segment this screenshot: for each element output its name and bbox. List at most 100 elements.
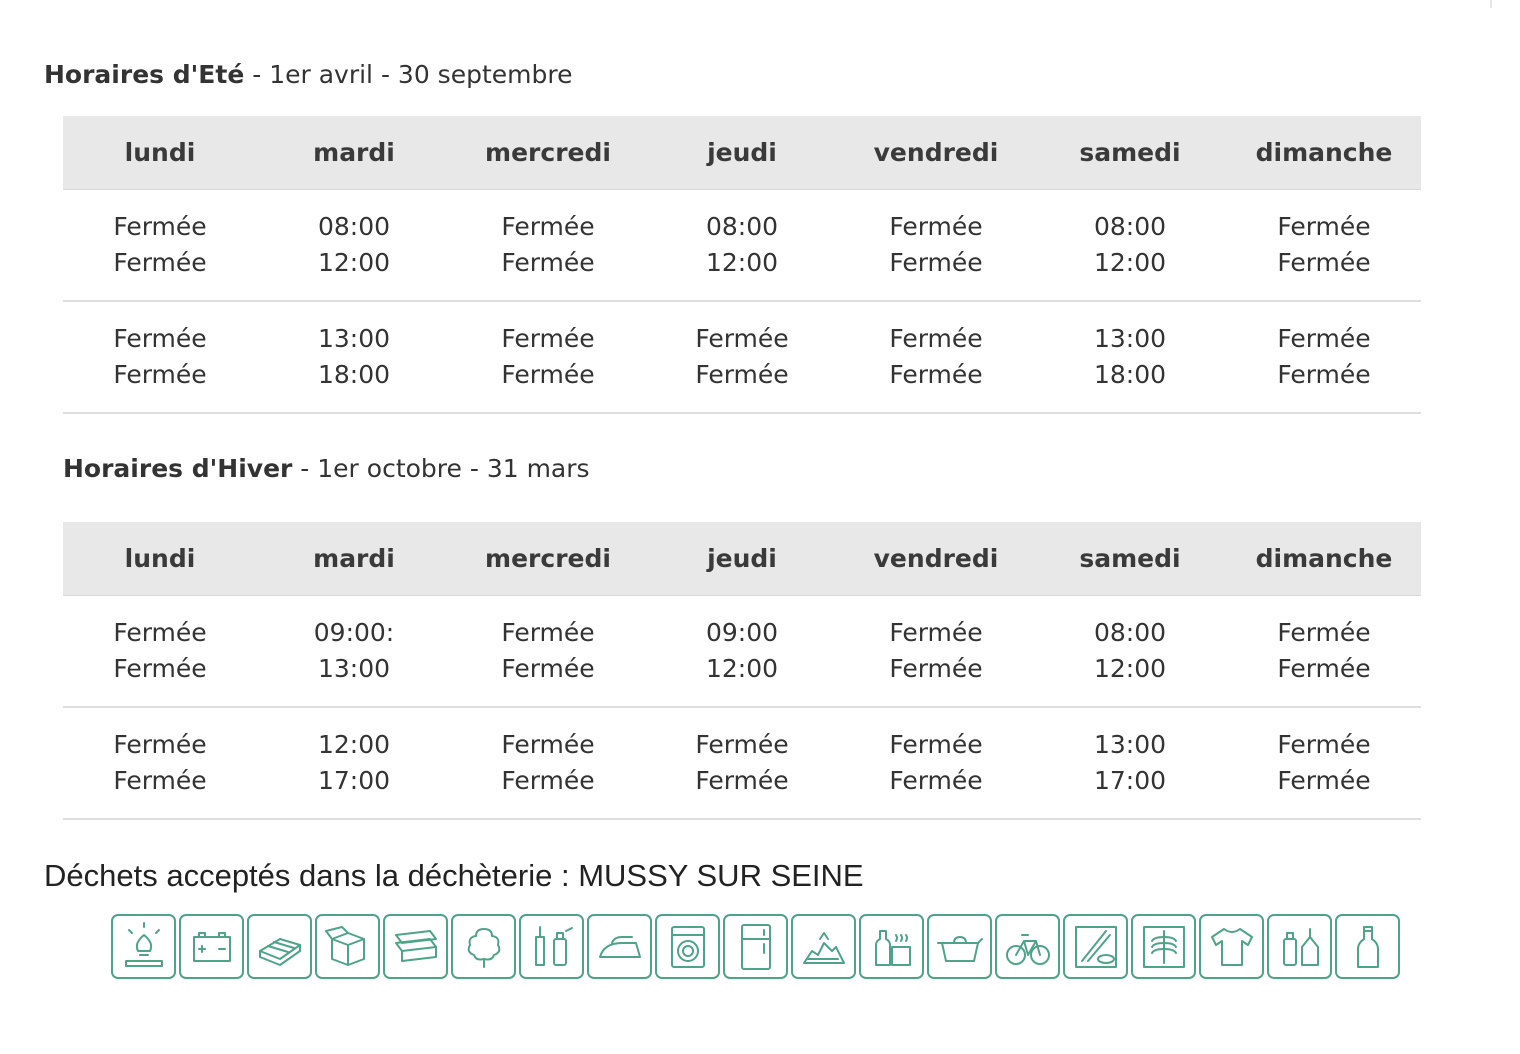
closing-time: Fermée bbox=[889, 654, 983, 683]
opening-time: 12:00 bbox=[317, 730, 391, 759]
hours-cell-lundi: Fermée Fermée bbox=[63, 189, 257, 302]
scrollbar-edge-mark bbox=[1490, 0, 1492, 8]
x-ray-icon bbox=[1131, 914, 1196, 979]
opening-time: Fermée bbox=[501, 324, 595, 353]
winter-hours-table: lundi mardi mercredi jeudi vendredi samedi dim… bbox=[63, 522, 1421, 820]
closing-time: 12:00 bbox=[705, 248, 779, 277]
closing-time: 18:00 bbox=[317, 360, 391, 389]
hours-cell-jeudi: Fermée Fermée bbox=[645, 301, 839, 414]
accepted-waste-icons bbox=[111, 914, 1400, 979]
wood-planks-icon bbox=[383, 914, 448, 979]
opening-time: Fermée bbox=[1277, 730, 1371, 759]
hours-cell-dimanche: Fermée Fermée bbox=[1227, 301, 1421, 414]
summer-schedule-heading: Horaires d'Eté - 1er avril - 30 septembr… bbox=[44, 60, 572, 89]
opening-time: 09:00: bbox=[313, 618, 395, 647]
opening-time: Fermée bbox=[889, 324, 983, 353]
closing-time: 13:00 bbox=[317, 654, 391, 683]
winter-title: Horaires d'Hiver bbox=[63, 454, 293, 483]
hours-cell-mercredi: Fermée Fermée bbox=[451, 189, 645, 302]
opening-time: Fermée bbox=[113, 618, 207, 647]
day-header-jeudi: jeudi bbox=[645, 116, 839, 190]
closing-time: Fermée bbox=[113, 654, 207, 683]
hours-cell-lundi: Fermée Fermée bbox=[63, 595, 257, 708]
winter-period: - 1er octobre - 31 mars bbox=[292, 454, 590, 483]
clothes-shirt-icon bbox=[1199, 914, 1264, 979]
day-header-dimanche: dimanche bbox=[1227, 522, 1421, 596]
closing-time: 18:00 bbox=[1093, 360, 1167, 389]
closing-time: Fermée bbox=[695, 766, 789, 795]
hours-cell-mercredi: Fermée Fermée bbox=[451, 301, 645, 414]
hours-cell-dimanche: Fermée Fermée bbox=[1227, 189, 1421, 302]
table-row: Fermée Fermée 13:00 18:00 Fermée Fermée Fermée… bbox=[63, 301, 1421, 414]
closing-time: Fermée bbox=[889, 248, 983, 277]
day-header-samedi: samedi bbox=[1033, 116, 1227, 190]
hours-cell-jeudi: Fermée Fermée bbox=[645, 707, 839, 820]
summer-title: Horaires d'Eté bbox=[44, 60, 245, 89]
opening-time: Fermée bbox=[113, 212, 207, 241]
accepted-waste-title: Déchets acceptés dans la déchèterie : MU… bbox=[44, 858, 864, 893]
opening-time: Fermée bbox=[695, 730, 789, 759]
glass-bottle-icon bbox=[1335, 914, 1400, 979]
table-row: Fermée Fermée 09:00: 13:00 Fermée Fermée 09:00… bbox=[63, 595, 1421, 708]
iron-appliance-icon bbox=[587, 914, 652, 979]
washing-machine-icon bbox=[655, 914, 720, 979]
hours-cell-vendredi: Fermée Fermée bbox=[839, 595, 1033, 708]
hours-cell-dimanche: Fermée Fermée bbox=[1227, 707, 1421, 820]
closing-time: Fermée bbox=[501, 766, 595, 795]
hours-cell-mardi: 08:00 12:00 bbox=[257, 189, 451, 302]
pallet-icon bbox=[247, 914, 312, 979]
winter-schedule-heading: Horaires d'Hiver - 1er octobre - 31 mars bbox=[63, 454, 590, 483]
hours-cell-samedi: 08:00 12:00 bbox=[1033, 595, 1227, 708]
opening-time: Fermée bbox=[889, 618, 983, 647]
paint-spray-icon bbox=[519, 914, 584, 979]
opening-time: 13:00 bbox=[1093, 730, 1167, 759]
opening-time: Fermée bbox=[113, 730, 207, 759]
opening-time: Fermée bbox=[113, 324, 207, 353]
hours-cell-samedi: 08:00 12:00 bbox=[1033, 189, 1227, 302]
bottle-packaging-icon bbox=[859, 914, 924, 979]
table-row: Fermée Fermée 08:00 12:00 Fermée Fermée 08:00 1… bbox=[63, 189, 1421, 302]
table-row: Fermée Fermée 12:00 17:00 Fermée Fermée Fermée… bbox=[63, 707, 1421, 820]
bicycle-metal-icon bbox=[995, 914, 1060, 979]
hours-cell-vendredi: Fermée Fermée bbox=[839, 707, 1033, 820]
closing-time: 17:00 bbox=[317, 766, 391, 795]
day-header-jeudi: jeudi bbox=[645, 522, 839, 596]
day-header-mercredi: mercredi bbox=[451, 116, 645, 190]
hours-cell-mercredi: Fermée Fermée bbox=[451, 707, 645, 820]
opening-time: 08:00 bbox=[1093, 618, 1167, 647]
closing-time: Fermée bbox=[1277, 360, 1371, 389]
hours-cell-lundi: Fermée Fermée bbox=[63, 707, 257, 820]
day-header-dimanche: dimanche bbox=[1227, 116, 1421, 190]
opening-time: Fermée bbox=[1277, 324, 1371, 353]
day-header-samedi: samedi bbox=[1033, 522, 1227, 596]
opening-time: 13:00 bbox=[317, 324, 391, 353]
battery-icon bbox=[179, 914, 244, 979]
closing-time: 12:00 bbox=[317, 248, 391, 277]
closing-time: Fermée bbox=[501, 360, 595, 389]
day-header-vendredi: vendredi bbox=[839, 522, 1033, 596]
opening-time: Fermée bbox=[1277, 618, 1371, 647]
opening-time: 08:00 bbox=[317, 212, 391, 241]
opening-time: 08:00 bbox=[705, 212, 779, 241]
summer-period: - 1er avril - 30 septembre bbox=[244, 60, 573, 89]
day-header-mardi: mardi bbox=[257, 116, 451, 190]
hours-cell-jeudi: 09:00 12:00 bbox=[645, 595, 839, 708]
closing-time: Fermée bbox=[695, 360, 789, 389]
summer-hours-table: lundi mardi mercredi jeudi vendredi samedi dim… bbox=[63, 116, 1421, 414]
hours-cell-mardi: 09:00: 13:00 bbox=[257, 595, 451, 708]
closing-time: 12:00 bbox=[1093, 654, 1167, 683]
hours-cell-dimanche: Fermée Fermée bbox=[1227, 595, 1421, 708]
cardboard-box-icon bbox=[315, 914, 380, 979]
day-header-mardi: mardi bbox=[257, 522, 451, 596]
opening-time: 08:00 bbox=[1093, 212, 1167, 241]
day-header-vendredi: vendredi bbox=[839, 116, 1033, 190]
textile-neon-tube-icon bbox=[1063, 914, 1128, 979]
closing-time: Fermée bbox=[501, 654, 595, 683]
closing-time: Fermée bbox=[889, 766, 983, 795]
hours-cell-vendredi: Fermée Fermée bbox=[839, 189, 1033, 302]
table-header-row: lundi mardi mercredi jeudi vendredi samedi dim… bbox=[63, 522, 1421, 596]
refrigerator-icon bbox=[723, 914, 788, 979]
light-bulb-icon bbox=[111, 914, 176, 979]
closing-time: 12:00 bbox=[1093, 248, 1167, 277]
table-header-row: lundi mardi mercredi jeudi vendredi samedi dim… bbox=[63, 116, 1421, 190]
